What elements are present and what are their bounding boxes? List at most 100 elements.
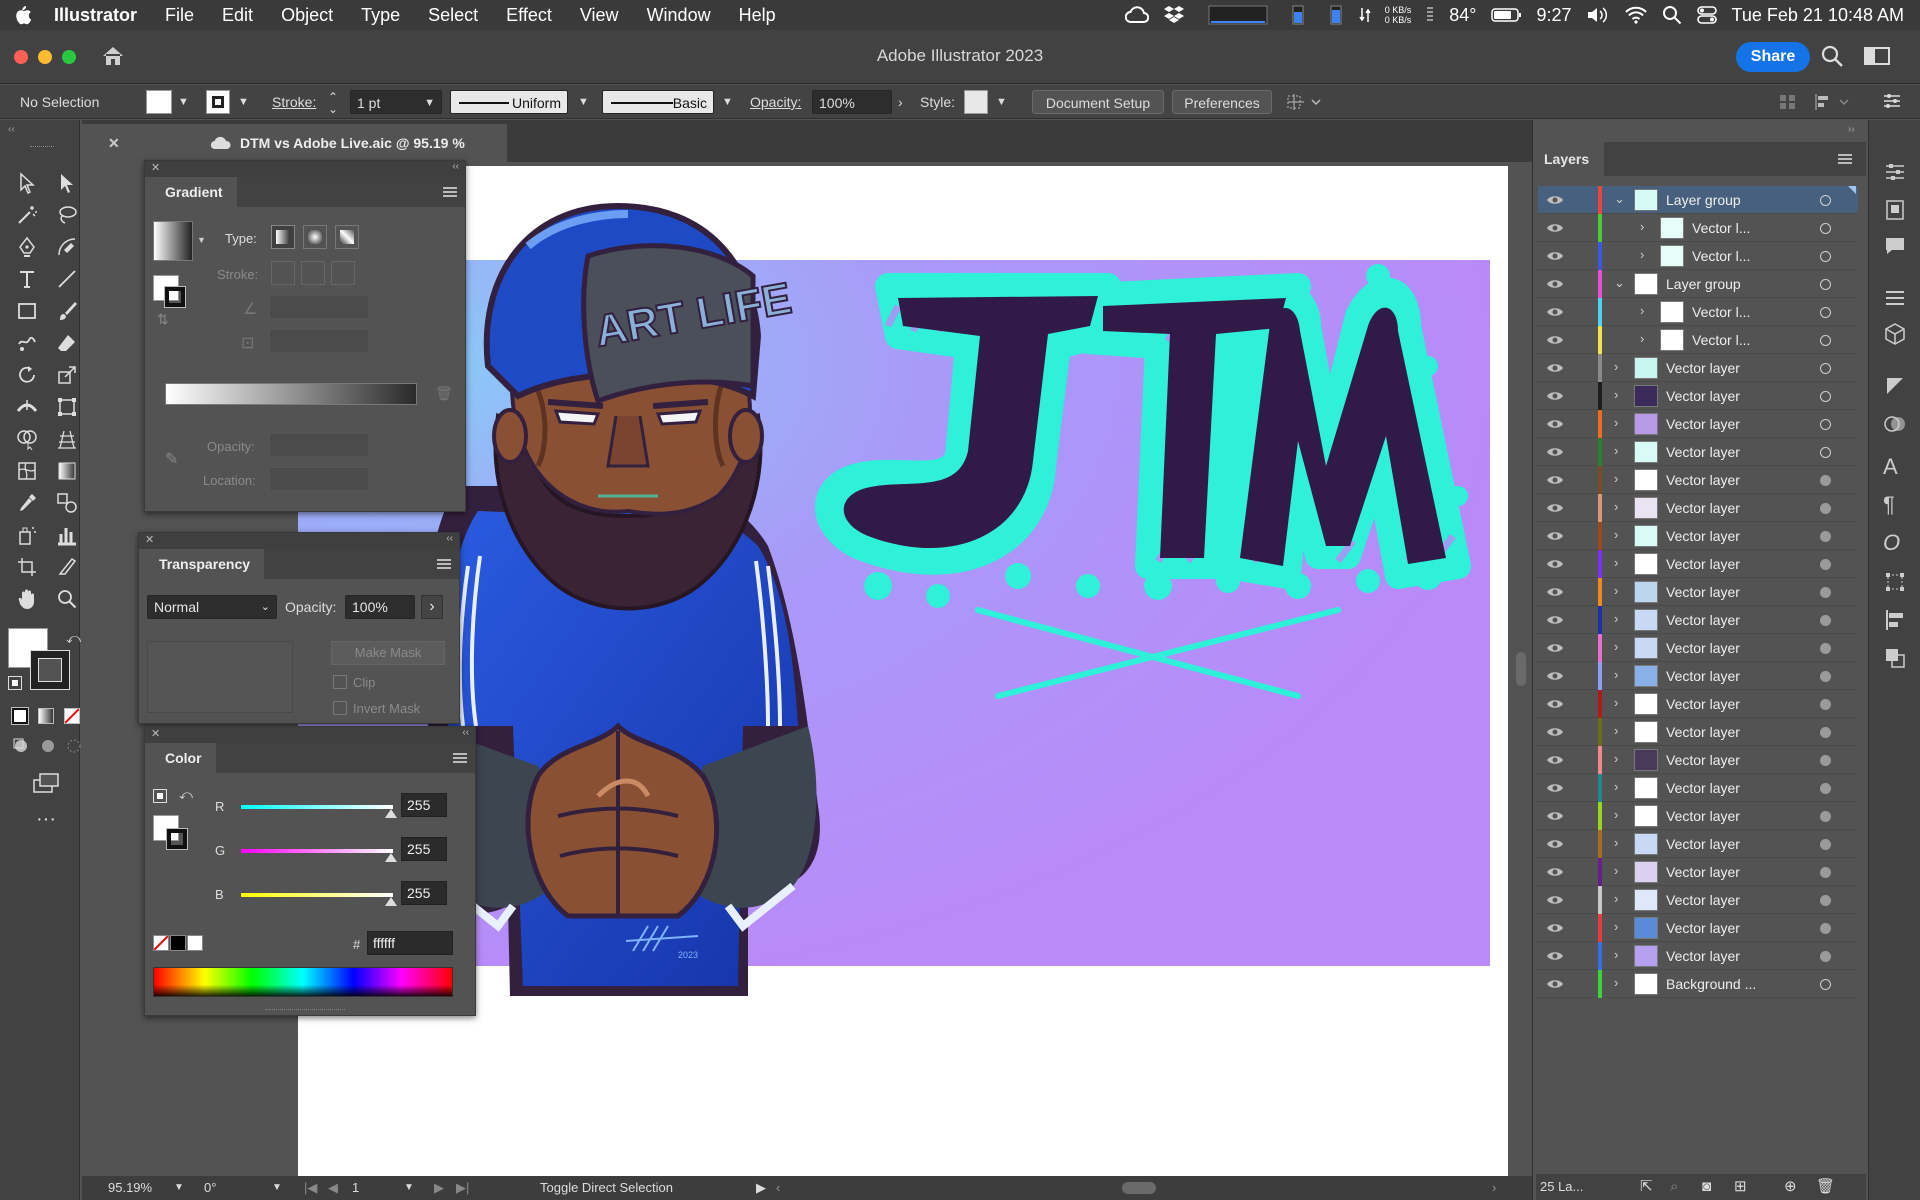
menu-edit[interactable]: Edit [208,5,267,26]
new-sublayer-icon[interactable]: ⊞ [1734,1174,1747,1200]
expand-layer-icon[interactable]: › [1614,527,1618,542]
visibility-eye-icon[interactable] [1546,726,1564,738]
control-center-icon[interactable] [1696,5,1718,25]
linear-gradient-button[interactable] [271,225,295,249]
chevron-down-icon[interactable]: ▼ [178,90,189,114]
angle-field[interactable] [269,295,369,319]
layer-row[interactable]: › Vector layer [1538,494,1858,522]
gradient-mode-icon[interactable] [38,708,54,724]
align-panel-icon[interactable] [1778,92,1798,116]
symbol-sprayer-tool-icon[interactable] [12,520,42,550]
target-icon[interactable] [1820,447,1831,458]
visibility-eye-icon[interactable] [1546,362,1564,374]
make-mask-button[interactable]: Make Mask [331,641,445,665]
target-icon[interactable] [1820,699,1831,710]
clip-checkbox[interactable] [333,675,347,689]
expand-layer-icon[interactable]: › [1614,639,1618,654]
line-tool-icon[interactable] [52,264,82,294]
stroke-panel-icon[interactable] [1883,286,1907,310]
wifi-icon[interactable] [1624,6,1648,24]
transparency-panel-icon[interactable] [1883,412,1907,436]
target-icon[interactable] [1820,839,1831,850]
layer-row[interactable]: › Vector layer [1538,774,1858,802]
layer-name[interactable]: Vector layer [1666,360,1740,376]
temperature[interactable]: 84° [1449,5,1476,26]
none-mode-icon[interactable] [64,708,80,724]
scroll-left-icon[interactable]: ‹ [776,1176,780,1200]
ssd-monitor-icon[interactable] [1321,4,1345,26]
target-icon[interactable] [1820,587,1831,598]
column-graph-tool-icon[interactable] [52,520,82,550]
share-button[interactable]: Share [1736,42,1810,72]
character-panel-icon[interactable]: A [1883,454,1907,479]
visibility-eye-icon[interactable] [1546,810,1564,822]
layer-row[interactable]: › Vector layer [1538,914,1858,942]
chevron-right-icon[interactable]: › [898,90,903,114]
stroke-weight-field[interactable]: 1 pt ▼ [350,90,442,114]
layer-row[interactable]: ⌄ Layer group [1538,186,1858,214]
target-icon[interactable] [1820,503,1831,514]
layer-row[interactable]: › Vector layer [1538,942,1858,970]
visibility-eye-icon[interactable] [1546,782,1564,794]
variable-width-profile[interactable]: Uniform [450,90,568,114]
freeform-gradient-button[interactable] [335,225,359,249]
close-panel-icon[interactable]: ✕ [145,533,154,546]
target-icon[interactable] [1820,895,1831,906]
layer-row[interactable]: ⌄ Layer group [1538,270,1858,298]
direct-selection-tool-icon[interactable] [52,168,82,198]
panel-menu-icon[interactable] [1838,154,1852,164]
expand-layer-icon[interactable]: › [1614,611,1618,626]
locate-object-icon[interactable]: ⌕ [1670,1174,1678,1200]
chevron-down-icon[interactable]: ▼ [578,90,589,114]
color-spectrum[interactable] [153,967,453,997]
shaper-tool-icon[interactable] [12,328,42,358]
visibility-eye-icon[interactable] [1546,306,1564,318]
black-color-swatch[interactable] [170,935,186,951]
menu-select[interactable]: Select [414,5,492,26]
layer-name[interactable]: Vector layer [1666,836,1740,852]
expand-layer-icon[interactable]: › [1614,891,1618,906]
expand-layer-icon[interactable]: › [1614,723,1618,738]
tab-layers[interactable]: Layers [1536,142,1604,176]
layer-name[interactable]: Vector layer [1666,556,1740,572]
visibility-eye-icon[interactable] [1546,950,1564,962]
width-tool-icon[interactable] [12,392,42,422]
r-value-field[interactable]: 255 [401,793,447,817]
scrollbar-thumb[interactable] [1516,652,1526,686]
opentype-panel-icon[interactable]: O [1883,530,1907,555]
draw-normal-icon[interactable] [12,736,34,756]
chevron-down-icon[interactable]: ▼ [404,1176,414,1200]
close-tab-icon[interactable]: ✕ [108,124,120,162]
gradient-stroke-icon[interactable] [164,286,186,308]
target-icon[interactable] [1820,475,1831,486]
cpu-monitor-icon[interactable] [1199,4,1269,26]
layer-row[interactable]: › Vector layer [1538,522,1858,550]
tab-color[interactable]: Color [145,743,216,773]
blend-mode-select[interactable]: Normal ⌄ [147,595,277,619]
aspect-ratio-field[interactable] [269,329,369,353]
expand-layer-icon[interactable]: › [1614,807,1618,822]
layer-name[interactable]: Vector l... [1692,220,1750,236]
dropbox-icon[interactable] [1163,5,1185,25]
layer-row[interactable]: › Vector layer [1538,634,1858,662]
collapse-layer-icon[interactable]: ⌄ [1614,275,1625,291]
eyedropper-icon[interactable]: ✎ [165,449,178,469]
visibility-eye-icon[interactable] [1546,922,1564,934]
visibility-eye-icon[interactable] [1546,698,1564,710]
collapse-layer-icon[interactable]: ⌄ [1614,191,1625,207]
opacity-label[interactable]: Opacity: [750,90,801,114]
menu-view[interactable]: View [566,5,633,26]
target-icon[interactable] [1820,419,1831,430]
layers-scrollbar[interactable] [1850,186,1856,1146]
expand-layer-icon[interactable]: › [1614,751,1618,766]
gradient-slider[interactable] [165,383,417,405]
blend-tool-icon[interactable] [52,488,82,518]
pathfinder-icon[interactable] [1883,646,1907,670]
visibility-eye-icon[interactable] [1546,978,1564,990]
3d-materials-icon[interactable] [1883,322,1907,346]
layer-name[interactable]: Vector layer [1666,528,1740,544]
visibility-eye-icon[interactable] [1546,418,1564,430]
mask-thumbnail[interactable] [147,641,293,713]
visibility-eye-icon[interactable] [1546,250,1564,262]
layer-row[interactable]: › Vector l... [1538,298,1858,326]
